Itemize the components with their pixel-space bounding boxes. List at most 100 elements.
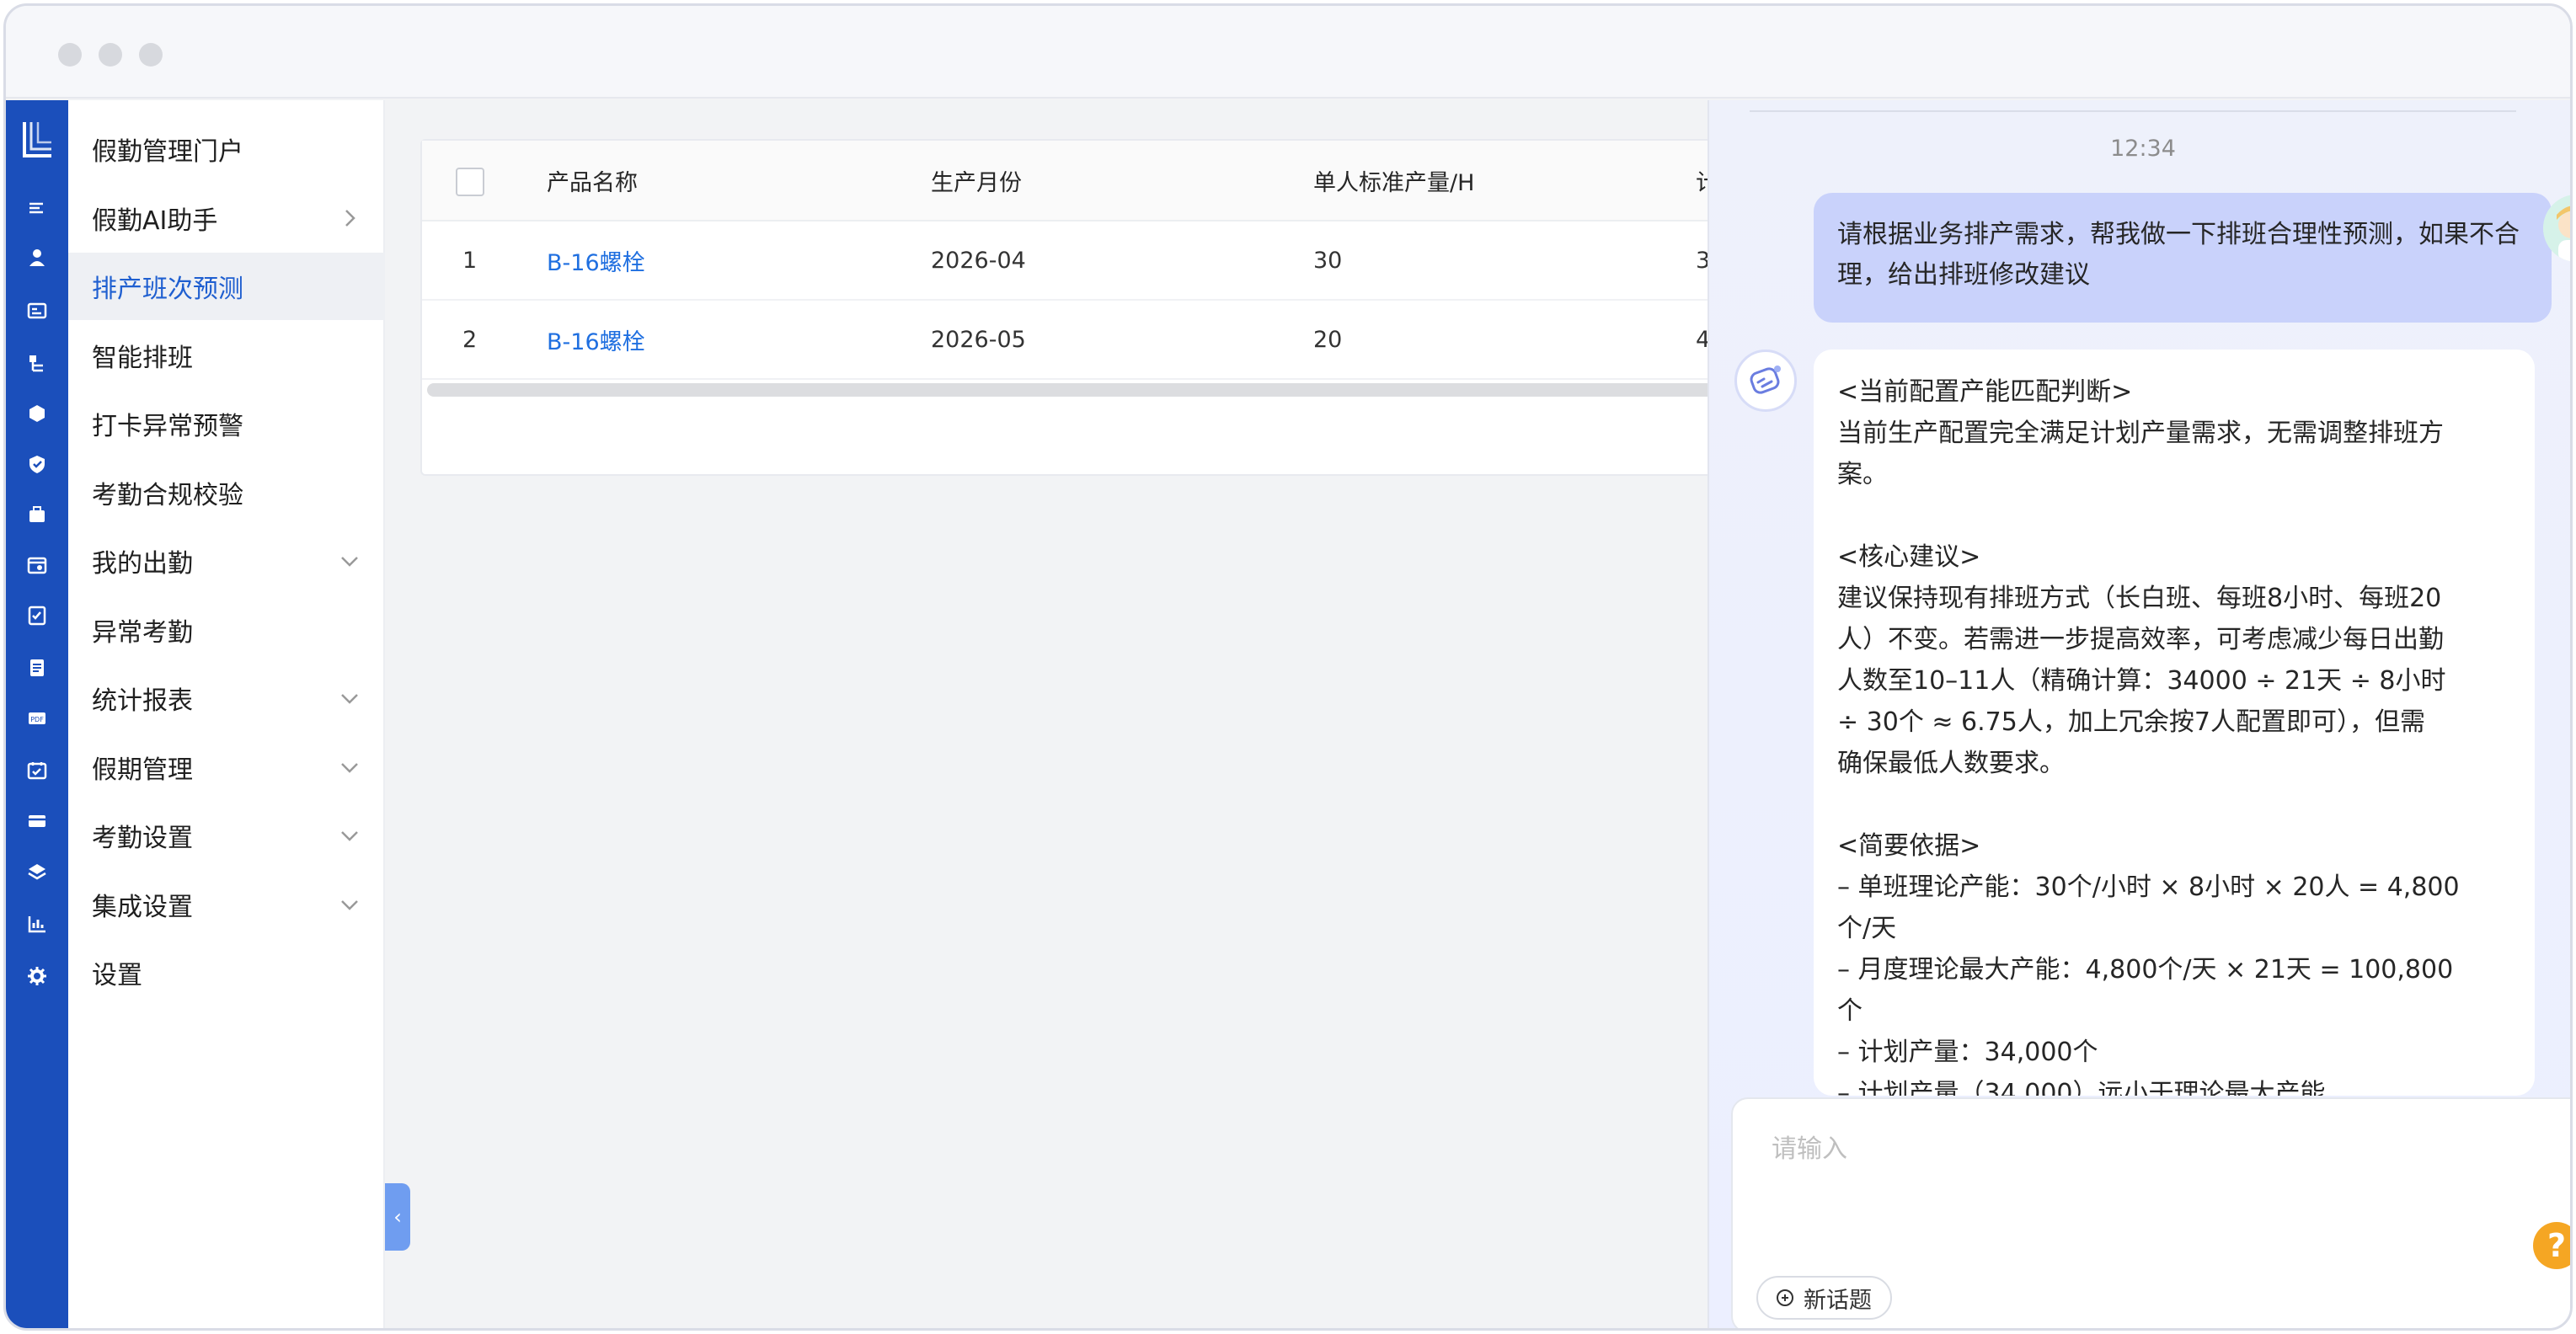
chevron-down-icon [341,557,358,567]
assistant-message-line: 建议保持现有排班方式（长白班、每班8小时、每班20 [1837,584,2442,613]
assistant-message-line [1837,784,2511,825]
col-header-production-month[interactable]: 生产月份 [931,141,1022,220]
title-bar [6,6,2570,99]
icon-rail: PDF [6,100,68,1328]
production-month: 2026-05 [931,326,1026,353]
id-card-icon[interactable] [25,299,49,323]
menu-item-3[interactable]: 智能排班 [68,322,385,389]
ai-chat-panel: 12:34 请根据业务排产需求，帮我做一下排班合理性预测，如果不合理，给出排班修… [1708,100,2570,1328]
table-row[interactable]: 2 B-16螺栓 2026-05 20 4 [422,301,1733,380]
svg-text:PDF: PDF [30,716,44,723]
menu-item-7[interactable]: 异常考勤 [68,596,385,664]
document-icon[interactable] [25,656,49,680]
assistant-avatar [1734,350,1797,412]
new-topic-button[interactable]: 新话题 [1756,1276,1892,1320]
assistant-message-line [1837,495,2511,536]
standard-output-value: 30 [1313,247,1343,274]
menu-item-0[interactable]: 假勤管理门户 [68,115,385,183]
assistant-message-line: – 单班理论产能：30个/小时 × 8小时 × 20人 = 4,800 [1837,872,2460,902]
assistant-message-line: <核心建议> [1837,542,1981,572]
horizontal-scrollbar[interactable] [427,383,1731,397]
assistant-message-line: – 计划产量（34,000）远小于理论最大产能 [1837,1079,2326,1096]
menu-item-6[interactable]: 我的出勤 [68,527,385,595]
window-minimize-dot[interactable] [99,43,122,67]
gear-icon[interactable] [25,964,49,988]
assistant-message-line: 案。 [1837,460,1888,489]
app-logo-icon[interactable] [19,119,55,161]
calendar-settings-icon[interactable] [25,553,49,577]
briefcase-icon[interactable] [25,503,49,526]
menu-item-12[interactable]: 设置 [68,939,385,1006]
cube-icon[interactable] [25,402,49,425]
shield-check-icon[interactable] [25,452,49,476]
user-message-bubble: 请根据业务排产需求，帮我做一下排班合理性预测，如果不合理，给出排班修改建议 [1814,193,2552,323]
layers-icon[interactable] [25,860,49,883]
chat-divider [1750,110,2516,112]
new-topic-label: 新话题 [1804,1287,1872,1314]
chevron-right-icon [345,209,355,227]
menu-item-label: 我的出勤 [92,549,193,579]
assistant-message-line: ÷ 30个 ≈ 6.75人，加上冗余按7人配置即可），但需 [1837,707,2425,737]
calendar-check-icon[interactable] [25,759,49,782]
collapse-menu-button[interactable]: ‹ [385,1183,410,1251]
chevron-down-icon [341,694,358,704]
assistant-message-line: 确保最低人数要求。 [1837,749,2065,778]
message-timestamp: 12:34 [2110,136,2176,162]
menu-item-2[interactable]: 排产班次预测 [68,253,385,320]
menu-item-label: 排产班次预测 [92,275,243,304]
menu-item-8[interactable]: 统计报表 [68,664,385,732]
menu-item-label: 集成设置 [92,892,193,922]
org-chart-icon[interactable] [25,351,49,375]
chevron-down-icon [341,831,358,841]
chat-input-box[interactable]: 请输入 新话题 [1731,1097,2570,1328]
menu-item-label: 假期管理 [92,755,193,785]
assistant-message-line: 当前生产配置完全满足计划产量需求，无需调整排班方 [1837,419,2444,448]
row-index: 1 [462,247,478,274]
chevron-down-icon [341,762,358,773]
col-header-standard-output[interactable]: 单人标准产量/H [1313,141,1474,220]
menu-item-9[interactable]: 假期管理 [68,734,385,801]
menu-item-11[interactable]: 集成设置 [68,871,385,938]
table-row[interactable]: 1B-16螺栓2026-043034 [422,221,1733,301]
select-all-checkbox[interactable] [456,168,484,196]
product-name-link[interactable]: B-16螺栓 [547,301,645,378]
window-maximize-dot[interactable] [139,43,163,67]
user-icon[interactable] [25,245,49,269]
production-table-card: 产品名称 生产月份 单人标准产量/H 计 1B-16螺栓2026-0430342… [420,139,1734,476]
menu-item-label: 考勤合规校验 [92,480,243,510]
window-close-dot[interactable] [58,43,82,67]
menu-item-1[interactable]: 假勤AI助手 [68,184,385,252]
assistant-message-line: 个/天 [1837,914,1897,943]
menu-item-label: 考勤设置 [92,824,193,853]
robot-assistant-icon [1750,366,1781,394]
row-index: 2 [462,326,478,353]
checklist-icon[interactable] [25,604,49,627]
chevron-down-icon [341,899,358,910]
side-menu: 假勤管理门户假勤AI助手排产班次预测 智能排班打卡异常预警 考勤合规校验 我的出勤异常… [68,100,385,1328]
bar-chart-icon[interactable] [25,912,49,936]
assistant-message-line: <当前配置产能匹配判断> [1837,377,2133,407]
menu-item-label: 设置 [92,961,142,990]
menu-item-4[interactable]: 打卡异常预警 [68,390,385,457]
card-icon[interactable] [25,809,49,833]
standard-output-value: 20 [1313,326,1343,353]
menu-item-label: 假勤管理门户 [92,137,243,167]
assistant-message-line: 人数至10–11人（精确计算：34000 ÷ 21天 ÷ 8小时 [1837,666,2446,696]
help-button[interactable]: ? [2533,1222,2570,1269]
product-name-link[interactable]: B-16螺栓 [547,221,645,299]
menu-item-label: 统计报表 [92,686,193,716]
assistant-message-bubble: <当前配置产能匹配判断> 当前生产配置完全满足计划产量需求，无需调整排班方 案。 <核… [1814,350,2535,1096]
chat-input-placeholder: 请输入 [1772,1134,1847,1164]
menu-item-10[interactable]: 考勤设置 [68,802,385,869]
menu-item-label: 智能排班 [92,343,193,373]
production-month: 2026-04 [931,247,1026,274]
assistant-message-line: – 月度理论最大产能：4,800个/天 × 21天 = 100,800 [1837,955,2454,984]
collapse-icon[interactable] [25,196,49,220]
col-header-product-name[interactable]: 产品名称 [547,141,638,220]
menu-item-label: 异常考勤 [92,617,193,648]
pdf-icon[interactable]: PDF [25,707,49,730]
menu-item-label: 打卡异常预警 [92,412,243,441]
app-window: PDF 假勤管理门户假勤AI助手排产班次预测 智能排班打卡异常预警 考勤合规校验 我的… [3,3,2573,1331]
menu-item-5[interactable]: 考勤合规校验 [68,459,385,526]
assistant-message-line: – 计划产量：34,000个 [1837,1038,2098,1067]
